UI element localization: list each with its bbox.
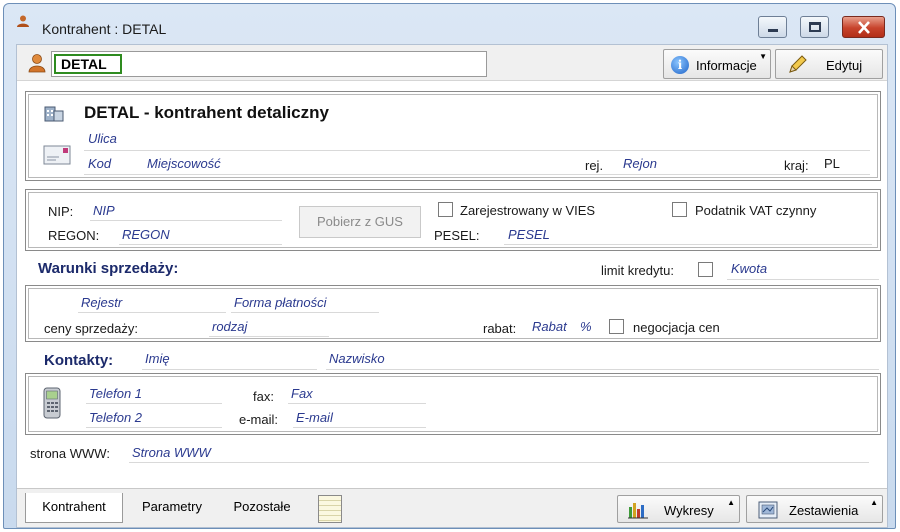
address-panel: DETAL - kontrahent detaliczny Ulica Kod … xyxy=(25,91,881,181)
dropdown-arrow-icon: ▲ xyxy=(870,498,878,507)
charts-button[interactable]: Wykresy ▲ xyxy=(617,495,740,523)
reports-button[interactable]: Zestawienia ▲ xyxy=(746,495,883,523)
dropdown-arrow-icon: ▼ xyxy=(759,52,767,61)
regon-field[interactable]: REGON xyxy=(122,227,170,242)
close-button[interactable] xyxy=(842,16,885,38)
minimize-icon xyxy=(768,29,778,32)
tab-parametry[interactable]: Parametry xyxy=(127,493,217,523)
email-field[interactable]: E-mail xyxy=(296,410,333,425)
bottom-tab-bar: Kontrahent Parametry Pozostałe Wykresy ▲ xyxy=(17,488,887,527)
close-icon xyxy=(858,21,870,34)
country-label: kraj: xyxy=(784,158,809,173)
top-toolbar: DETAL i Informacje ▼ Edytuj xyxy=(17,45,887,81)
percent-sign: % xyxy=(580,319,592,334)
contractor-code-value[interactable]: DETAL xyxy=(54,54,122,74)
price-kind-field[interactable]: rodzaj xyxy=(212,319,247,334)
tab-pozostale[interactable]: Pozostałe xyxy=(217,493,307,523)
phone1-field[interactable]: Telefon 1 xyxy=(89,386,142,401)
nip-label: NIP: xyxy=(48,204,74,219)
postal-code-field[interactable]: Kod xyxy=(88,156,111,171)
sales-conditions-title: Warunki sprzedaży: xyxy=(38,260,179,277)
tab-kontrahent[interactable]: Kontrahent xyxy=(25,493,123,523)
vies-label: Zarejestrowany w VIES xyxy=(460,203,596,218)
street-field[interactable]: Ulica xyxy=(88,131,117,146)
info-button[interactable]: i Informacje ▼ xyxy=(663,49,771,79)
price-negotiation-checkbox[interactable] xyxy=(609,319,624,334)
report-icon xyxy=(758,501,778,519)
credit-limit-label: limit kredytu: xyxy=(601,263,674,278)
sales-panel: Rejestr Forma płatności ceny sprzedaży: … xyxy=(25,285,881,342)
first-name-field[interactable]: Imię xyxy=(145,351,170,366)
sale-prices-label: ceny sprzedaży: xyxy=(44,321,138,336)
discount-label: rabat: xyxy=(483,321,517,336)
pesel-field[interactable]: PESEL xyxy=(508,227,550,242)
bar-chart-icon xyxy=(628,503,648,519)
city-field[interactable]: Miejscowość xyxy=(147,156,221,171)
pesel-label: PESEL: xyxy=(434,228,480,243)
fax-field[interactable]: Fax xyxy=(291,386,313,401)
payment-form-field[interactable]: Forma płatności xyxy=(234,295,326,310)
contractor-icon xyxy=(17,15,29,27)
envelope-icon xyxy=(43,145,71,165)
country-field[interactable]: PL xyxy=(824,156,840,171)
website-label: strona WWW: xyxy=(30,446,110,461)
vies-checkbox[interactable] xyxy=(438,202,453,217)
charts-button-label: Wykresy xyxy=(664,503,714,518)
vat-payer-label: Podatnik VAT czynny xyxy=(695,203,817,218)
contacts-panel: Telefon 1 fax: Fax Telefon 2 e-mail: E-m… xyxy=(25,373,881,435)
contacts-title: Kontakty: xyxy=(44,352,114,369)
maximize-button[interactable] xyxy=(800,16,829,38)
nip-field[interactable]: NIP xyxy=(93,203,115,218)
contractor-code-field[interactable]: DETAL xyxy=(51,51,487,77)
person-icon xyxy=(28,54,46,73)
regon-label: REGON: xyxy=(48,228,100,243)
maximize-icon xyxy=(809,22,821,32)
website-field[interactable]: Strona WWW xyxy=(132,445,211,460)
phone2-field[interactable]: Telefon 2 xyxy=(89,410,142,425)
fax-label: fax: xyxy=(253,389,274,404)
credit-amount-field[interactable]: Kwota xyxy=(731,261,767,276)
notes-icon[interactable] xyxy=(318,495,342,523)
minimize-button[interactable] xyxy=(758,16,787,38)
building-icon xyxy=(44,106,64,122)
window-title: Kontrahent : DETAL xyxy=(42,21,167,37)
form-body: DETAL i Informacje ▼ Edytuj DETAL - kont… xyxy=(16,44,888,528)
email-label: e-mail: xyxy=(239,412,279,427)
region-field[interactable]: Rejon xyxy=(623,156,657,171)
vat-payer-checkbox[interactable] xyxy=(672,202,687,217)
dropdown-arrow-icon: ▲ xyxy=(727,498,735,507)
region-label: rej. xyxy=(585,158,604,173)
edit-button-label: Edytuj xyxy=(826,58,863,73)
discount-field[interactable]: Rabat xyxy=(532,319,567,334)
identifiers-panel: NIP: NIP REGON: REGON Pobierz z GUS Zare… xyxy=(25,189,881,251)
pencil-icon xyxy=(789,55,807,73)
phone-icon xyxy=(43,387,61,419)
credit-limit-checkbox[interactable] xyxy=(698,262,713,277)
reports-button-label: Zestawienia xyxy=(789,503,859,518)
last-name-field[interactable]: Nazwisko xyxy=(329,351,385,366)
fetch-gus-button[interactable]: Pobierz z GUS xyxy=(299,206,421,238)
info-icon: i xyxy=(671,56,689,74)
contractor-window: Kontrahent : DETAL DETAL i Informacje ▼ … xyxy=(3,3,896,529)
register-field[interactable]: Rejestr xyxy=(81,295,122,310)
info-button-label: Informacje xyxy=(696,58,757,73)
price-negotiation-label: negocjacja cen xyxy=(633,320,720,335)
contractor-name: DETAL - kontrahent detaliczny xyxy=(84,103,329,122)
title-bar[interactable]: Kontrahent : DETAL xyxy=(4,4,895,40)
edit-button[interactable]: Edytuj xyxy=(775,49,883,79)
